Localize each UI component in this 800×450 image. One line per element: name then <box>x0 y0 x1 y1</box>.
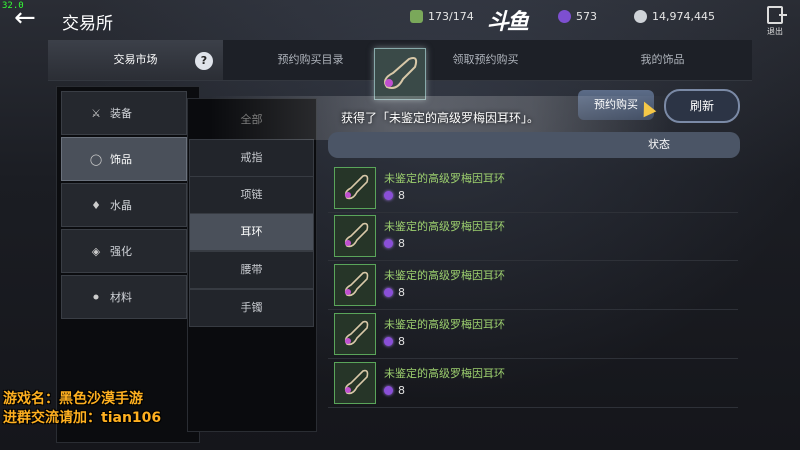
item-name: 未鉴定的高级罗梅因耳环 <box>384 172 505 185</box>
item-name: 未鉴定的高级罗梅因耳环 <box>384 318 505 331</box>
item-price-value: 8 <box>398 286 405 299</box>
purple-orb-icon <box>384 288 393 297</box>
purple-orb-icon <box>384 239 393 248</box>
silver-value: 14,974,445 <box>652 10 715 23</box>
flask-icon: ⚫ <box>91 290 101 304</box>
item-price-value: 8 <box>398 189 405 202</box>
item-price: 8 <box>384 189 405 202</box>
item-name: 未鉴定的高级罗梅因耳环 <box>384 367 505 380</box>
list-item[interactable]: 未鉴定的高级罗梅因耳环 8 <box>328 359 738 408</box>
category-label: 材料 <box>110 291 132 304</box>
diamond-arrow-icon: ◈ <box>91 244 101 258</box>
purple-orb-icon <box>558 10 571 23</box>
item-name: 未鉴定的高级罗梅因耳环 <box>384 269 505 282</box>
subcategory-belts[interactable]: 腰带 <box>189 251 314 289</box>
list-header: 状态 <box>328 132 740 158</box>
silver-coin-icon <box>634 10 647 23</box>
earring-icon <box>334 362 376 404</box>
list-item[interactable]: 未鉴定的高级罗梅因耳环 8 <box>328 310 738 359</box>
subcategory-bracelets[interactable]: 手镯 <box>189 289 314 327</box>
item-price: 8 <box>384 286 405 299</box>
purple-orb-icon <box>384 337 393 346</box>
category-materials[interactable]: ⚫ 材料 <box>61 275 187 319</box>
category-label: 水晶 <box>110 199 132 212</box>
acquired-item-icon <box>374 48 426 100</box>
earring-icon <box>334 313 376 355</box>
earring-icon <box>334 264 376 306</box>
status-column-header: 状态 <box>648 138 670 151</box>
category-enhance[interactable]: ◈ 强化 <box>61 229 187 273</box>
item-price-value: 8 <box>398 384 405 397</box>
stamina-display: 173/174 <box>410 10 474 23</box>
subcategory-earrings[interactable]: 耳环 <box>189 213 314 251</box>
overlay-group-contact: 进群交流请加：tian106 <box>3 410 162 426</box>
logo: 斗鱼 <box>487 10 529 35</box>
refresh-button[interactable]: 刷新 <box>664 89 740 123</box>
energy-icon <box>410 10 423 23</box>
item-price-value: 8 <box>398 237 405 250</box>
earring-icon <box>334 215 376 257</box>
tab-my-accessories[interactable]: 我的饰品 <box>573 40 752 80</box>
purple-currency-value: 573 <box>576 10 597 23</box>
overlay-game-name: 游戏名：黑色沙漠手游 <box>3 391 143 407</box>
back-arrow-icon[interactable]: ← <box>14 5 42 32</box>
category-label: 强化 <box>110 245 132 258</box>
category-equipment[interactable]: ⚔ 装备 <box>61 91 187 135</box>
silver-display: 14,974,445 <box>634 10 715 23</box>
subcategory-panel: 全部 戒指 项链 耳环 腰带 手镯 <box>187 98 317 432</box>
purple-orb-icon <box>384 386 393 395</box>
purple-orb-icon <box>384 191 393 200</box>
item-price: 8 <box>384 335 405 348</box>
ring-icon: ◯ <box>89 152 103 166</box>
list-item[interactable]: 未鉴定的高级罗梅因耳环 8 <box>328 212 738 261</box>
help-icon[interactable]: ? <box>195 52 213 70</box>
category-label: 装备 <box>110 107 132 120</box>
item-name: 未鉴定的高级罗梅因耳环 <box>384 220 505 233</box>
category-label: 饰品 <box>110 153 132 166</box>
exit-button[interactable]: 退出 <box>762 6 788 40</box>
stamina-value: 173/174 <box>428 10 474 23</box>
page-title: 交易所 <box>62 14 113 34</box>
subcategory-rings[interactable]: 戒指 <box>189 139 314 177</box>
list-item[interactable]: 未鉴定的高级罗梅因耳环 8 <box>328 261 738 310</box>
earring-icon <box>334 167 376 209</box>
crossed-swords-icon: ⚔ <box>91 106 101 120</box>
item-price: 8 <box>384 384 405 397</box>
category-crystal[interactable]: ♦ 水晶 <box>61 183 187 227</box>
item-price: 8 <box>384 237 405 250</box>
exit-label: 退出 <box>767 27 783 36</box>
subcategory-necklaces[interactable]: 项链 <box>189 176 314 214</box>
purple-currency-display: 573 <box>558 10 597 23</box>
item-price-value: 8 <box>398 335 405 348</box>
list-item[interactable]: 未鉴定的高级罗梅因耳环 8 <box>328 164 738 213</box>
category-accessories[interactable]: ◯ 饰品 <box>61 137 187 181</box>
exit-door-icon <box>767 6 787 24</box>
gem-icon: ♦ <box>91 198 101 212</box>
tab-reserve-list[interactable]: 预约购买目录 <box>223 40 398 80</box>
